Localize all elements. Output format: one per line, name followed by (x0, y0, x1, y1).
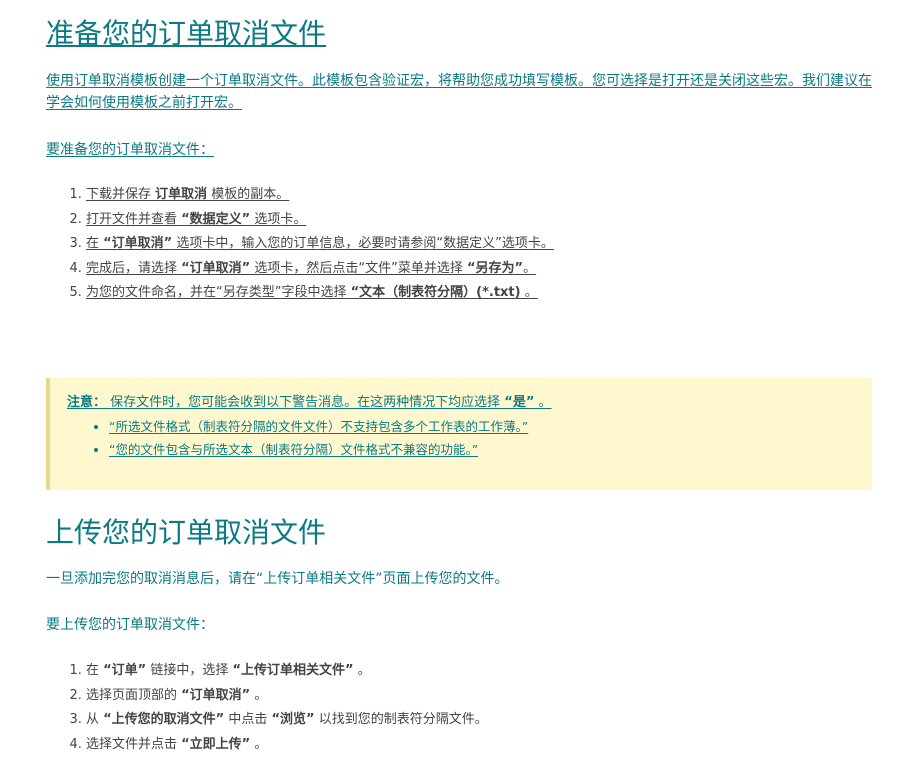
section2-steps: 在 “订单” 链接中，选择 “上传订单相关文件” 。 选择页面顶部的 “订单取消… (46, 659, 488, 757)
upload-step-orders-link: 在 “订单” 链接中，选择 “上传订单相关文件” 。 (86, 659, 488, 684)
step-name-file[interactable]: 为您的文件命名，并在“另存类型”字段中选择 “文本（制表符分隔）(*.txt) … (86, 281, 554, 306)
step-enter-info[interactable]: 在 “订单取消” 选项卡中，输入您的订单信息，必要时请参阅“数据定义”选项卡。 (86, 232, 554, 257)
section1-steps: 下载并保存 订单取消 模板的副本。 打开文件并查看 “数据定义” 选项卡。 在 … (46, 183, 554, 306)
note-label: 注意： (67, 395, 107, 410)
note-item[interactable]: “所选文件格式（制表符分隔的文件文件）不支持包含多个工作表的工作薄。” (109, 415, 528, 438)
section2-title: 上传您的订单取消文件 (46, 516, 327, 549)
note-item[interactable]: “您的文件包含与所选文本（制表符分隔）文件格式不兼容的功能。” (109, 438, 528, 461)
note-heading[interactable]: 注意： 保存文件时，您可能会收到以下警告消息。在这两种情况下均应选择 “是” 。 (67, 393, 552, 413)
note-list: “所选文件格式（制表符分隔的文件文件）不支持包含多个工作表的工作薄。” “您的文… (67, 415, 528, 461)
upload-step-select-cancel: 选择页面顶部的 “订单取消” 。 (86, 684, 488, 709)
step-download[interactable]: 下载并保存 订单取消 模板的副本。 (86, 183, 554, 208)
note-box: 注意： 保存文件时，您可能会收到以下警告消息。在这两种情况下均应选择 “是” 。… (46, 378, 872, 490)
section1-intro-link[interactable]: 使用订单取消模板创建一个订单取消文件。此模板包含验证宏，将帮助您成功填写模板。您… (46, 70, 872, 114)
section2-lead: 要上传您的订单取消文件： (46, 617, 214, 633)
section2-intro: 一旦添加完您的取消消息后，请在“上传订单相关文件”页面上传您的文件。 (46, 571, 509, 587)
upload-step-browse: 从 “上传您的取消文件” 中点击 “浏览” 以找到您的制表符分隔文件。 (86, 708, 488, 733)
section1-lead[interactable]: 要准备您的订单取消文件： (46, 139, 214, 161)
step-save-as[interactable]: 完成后，请选择 “订单取消” 选项卡，然后点击“文件”菜单并选择 “另存为”。 (86, 257, 554, 282)
upload-step-upload-now: 选择文件并点击 “立即上传” 。 (86, 733, 488, 758)
section1-title[interactable]: 准备您的订单取消文件 (46, 17, 326, 51)
step-open-file[interactable]: 打开文件并查看 “数据定义” 选项卡。 (86, 208, 554, 233)
